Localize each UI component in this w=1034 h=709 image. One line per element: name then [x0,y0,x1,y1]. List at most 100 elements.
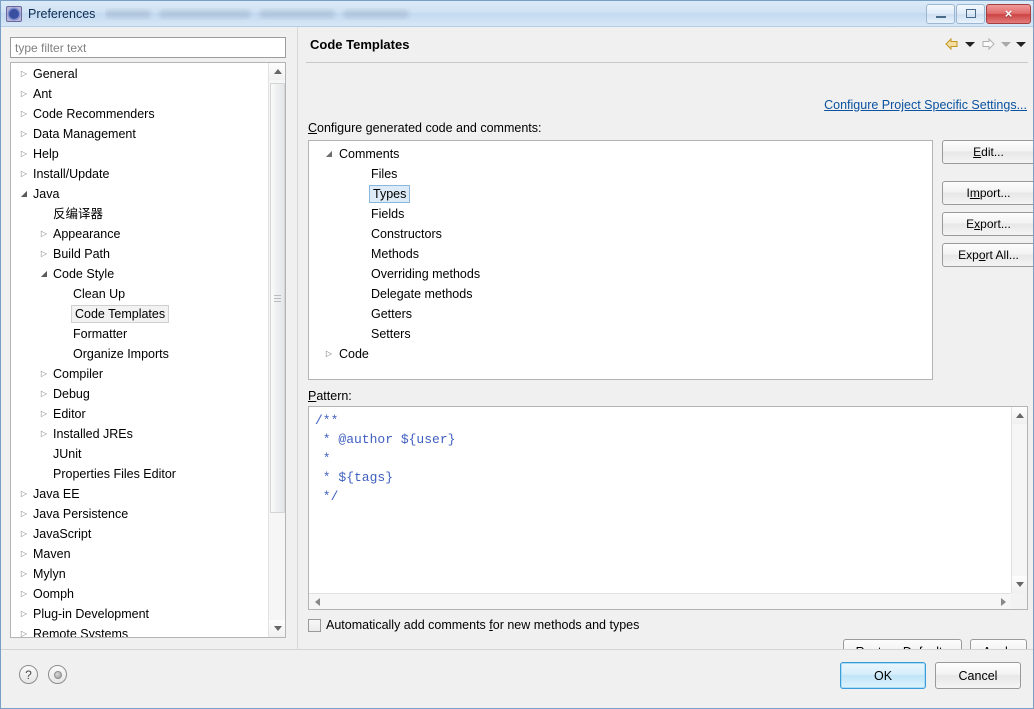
twisty-expanded-icon[interactable]: ◢ [37,264,51,284]
twisty-collapsed-icon[interactable]: ▷ [17,564,31,584]
twisty-collapsed-icon[interactable]: ▷ [17,484,31,504]
cancel-button[interactable]: Cancel [935,662,1021,689]
twisty-collapsed-icon[interactable]: ▷ [17,64,31,84]
sidebar-item-plug-in-development[interactable]: ▷ Plug-in Development [11,604,269,624]
auto-comment-row[interactable]: Automatically add comments for new metho… [308,618,639,632]
sidebar-item-maven[interactable]: ▷ Maven [11,544,269,564]
export-button[interactable]: Export... [942,212,1033,236]
minimize-button[interactable] [926,3,955,24]
export-all-button[interactable]: Export All... [942,243,1033,267]
twisty-collapsed-icon[interactable]: ▷ [321,344,337,364]
auto-comment-checkbox[interactable] [308,618,321,632]
sidebar-item-organize-imports[interactable]: Organize Imports [11,344,269,364]
sidebar-item-code-recommenders[interactable]: ▷ Code Recommenders [11,104,269,124]
sidebar-item-build-path[interactable]: ▷ Build Path [11,244,269,264]
filter-input[interactable] [10,37,286,58]
template-item-comments[interactable]: ◢ Comments [309,144,932,164]
twisty-collapsed-icon[interactable]: ▷ [37,424,51,444]
pattern-horizontal-scrollbar[interactable] [309,593,1011,609]
sidebar-item-help[interactable]: ▷ Help [11,144,269,164]
pattern-vertical-scrollbar[interactable] [1011,407,1027,593]
sidebar-item-debug[interactable]: ▷ Debug [11,384,269,404]
sidebar-item-junit[interactable]: JUnit [11,444,269,464]
twisty-collapsed-icon[interactable]: ▷ [37,244,51,264]
template-item-overriding-methods[interactable]: Overriding methods [309,264,932,284]
twisty-collapsed-icon[interactable]: ▷ [37,224,51,244]
template-item-fields[interactable]: Fields [309,204,932,224]
template-item-methods[interactable]: Methods [309,244,932,264]
help-icon[interactable]: ? [19,665,38,684]
sidebar-item-formatter[interactable]: Formatter [11,324,269,344]
sidebar-item-oomph[interactable]: ▷ Oomph [11,584,269,604]
twisty-collapsed-icon[interactable]: ▷ [17,144,31,164]
sidebar-item-code-templates[interactable]: Code Templates [11,304,269,324]
sidebar-item-install-update[interactable]: ▷ Install/Update [11,164,269,184]
template-item-constructors[interactable]: Constructors [309,224,932,244]
template-item-setters[interactable]: Setters [309,324,932,344]
twisty-collapsed-icon[interactable]: ▷ [37,364,51,384]
twisty-collapsed-icon[interactable]: ▷ [17,504,31,524]
twisty-collapsed-icon[interactable]: ▷ [17,604,31,624]
twisty-expanded-icon[interactable]: ◢ [17,184,31,204]
ok-button[interactable]: OK [840,662,926,689]
sidebar-item-installed-jres[interactable]: ▷ Installed JREs [11,424,269,444]
pattern-viewer[interactable]: /** * @author ${user} * * ${tags} */ [308,406,1028,610]
template-item-code[interactable]: ▷ Code [309,344,932,364]
sidebar-item-mylyn[interactable]: ▷ Mylyn [11,564,269,584]
twisty-collapsed-icon[interactable]: ▷ [17,104,31,124]
twisty-collapsed-icon[interactable]: ▷ [37,404,51,424]
sidebar-item-label: Organize Imports [73,347,169,361]
twisty-collapsed-icon[interactable]: ▷ [17,124,31,144]
pattern-scroll-left-button[interactable] [309,594,325,609]
twisty-collapsed-icon[interactable]: ▷ [17,164,31,184]
back-arrow-icon[interactable] [944,37,960,51]
pattern-scroll-down-button[interactable] [1012,576,1027,593]
configure-project-specific-settings-link[interactable]: Configure Project Specific Settings... [824,98,1027,112]
sidebar-item-java[interactable]: ◢ Java [11,184,269,204]
sidebar-item-properties-files-editor[interactable]: Properties Files Editor [11,464,269,484]
close-button[interactable]: × [986,3,1031,24]
preferences-tree[interactable]: ▷ General ▷ Ant ▷ Code Recommenders ▷ Data Mana… [10,62,286,638]
sidebar-item-clean-up[interactable]: Clean Up [11,284,269,304]
sidebar-item-appearance[interactable]: ▷ Appearance [11,224,269,244]
sidebar-item-[interactable]: 反编译器 [11,204,269,224]
status-dot-icon[interactable] [48,665,67,684]
scroll-down-button[interactable] [269,620,285,637]
pattern-scroll-up-button[interactable] [1012,407,1027,424]
sidebar-item-java-ee[interactable]: ▷ Java EE [11,484,269,504]
back-history-chevron-down-icon[interactable] [965,41,975,47]
edit-button[interactable]: Edit... [942,140,1033,164]
scroll-up-button[interactable] [269,63,285,80]
sidebar-item-data-management[interactable]: ▷ Data Management [11,124,269,144]
template-item-files[interactable]: Files [309,164,932,184]
header-divider [306,62,1028,63]
sidebar-item-label: Clean Up [73,287,126,301]
sidebar-item-editor[interactable]: ▷ Editor [11,404,269,424]
template-item-delegate-methods[interactable]: Delegate methods [309,284,932,304]
maximize-button[interactable] [956,3,985,24]
sidebar-item-java-persistence[interactable]: ▷ Java Persistence [11,504,269,524]
sidebar-item-ant[interactable]: ▷ Ant [11,84,269,104]
sidebar-item-compiler[interactable]: ▷ Compiler [11,364,269,384]
sidebar-item-remote-systems[interactable]: ▷ Remote Systems [11,624,269,637]
code-templates-tree[interactable]: ◢ Comments Files Types Fields Constructors Met… [308,140,933,380]
sidebar-item-general[interactable]: ▷ General [11,64,269,84]
twisty-expanded-icon[interactable]: ◢ [321,144,337,164]
scrollbar-thumb[interactable] [270,83,285,513]
template-item-types[interactable]: Types [309,184,932,204]
twisty-collapsed-icon[interactable]: ▷ [17,524,31,544]
template-item-getters[interactable]: Getters [309,304,932,324]
dialog-footer: ? OK Cancel [1,649,1033,708]
twisty-collapsed-icon[interactable]: ▷ [17,84,31,104]
page-header: Code Templates [298,27,1033,62]
twisty-collapsed-icon[interactable]: ▷ [17,624,31,637]
sidebar-item-javascript[interactable]: ▷ JavaScript [11,524,269,544]
page-menu-chevron-down-icon[interactable] [1016,41,1026,47]
twisty-collapsed-icon[interactable]: ▷ [37,384,51,404]
pattern-scroll-right-button[interactable] [995,594,1011,609]
twisty-collapsed-icon[interactable]: ▷ [17,544,31,564]
sidebar-item-code-style[interactable]: ◢ Code Style [11,264,269,284]
import-button[interactable]: Import... [942,181,1033,205]
twisty-collapsed-icon[interactable]: ▷ [17,584,31,604]
sidebar-scrollbar[interactable] [268,63,285,637]
